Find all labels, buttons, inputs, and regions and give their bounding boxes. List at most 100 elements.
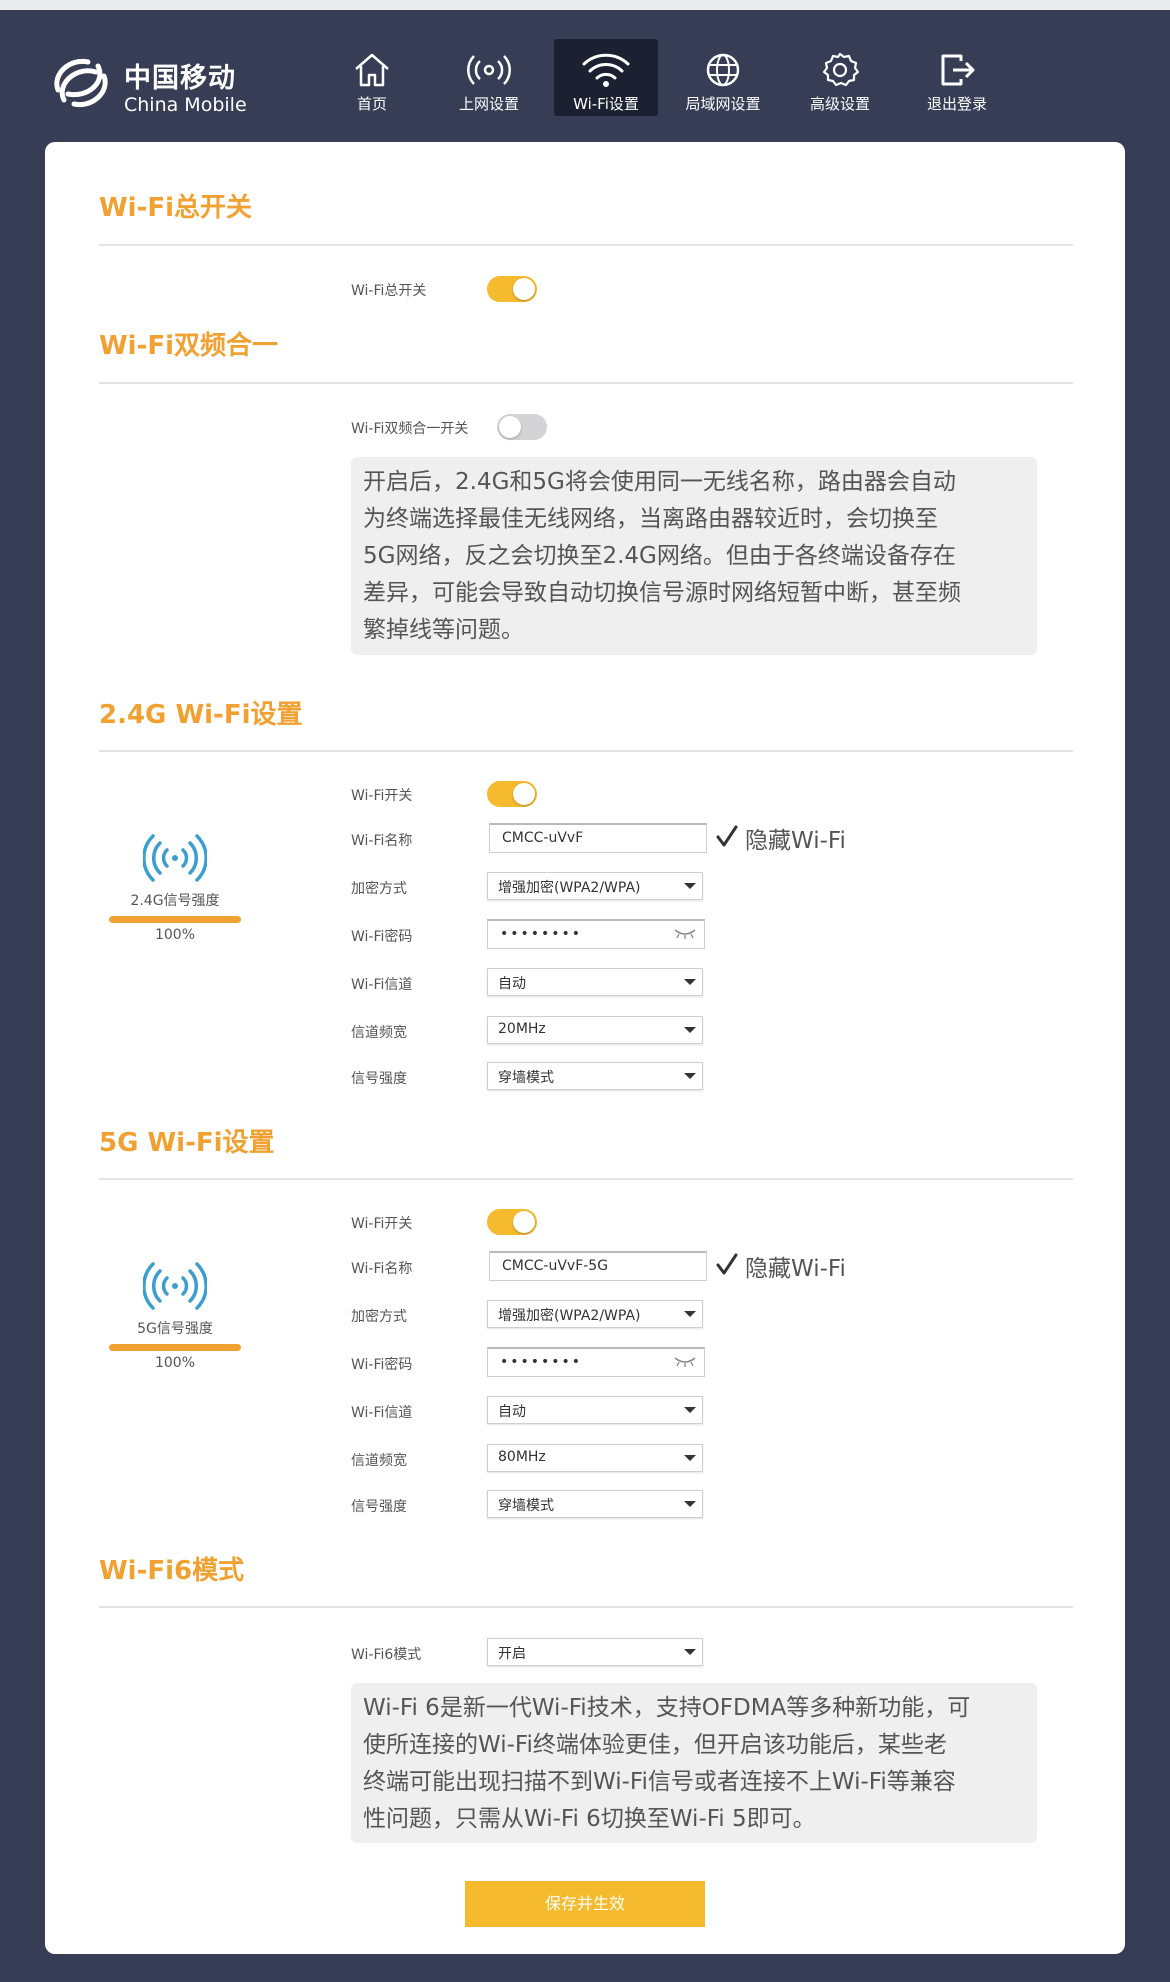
label-channel: Wi-Fi信道 — [351, 1405, 413, 1421]
china-mobile-logo-icon — [54, 58, 108, 108]
dual-band-info-line: 繁掉线等问题。 — [363, 617, 524, 643]
signal-5g: 5G信号强度 100% — [105, 1260, 245, 1371]
nav-advanced-settings[interactable]: 高级设置 — [788, 39, 892, 116]
nav-logout[interactable]: 退出登录 — [905, 39, 1009, 116]
signal-5g-percent: 100% — [154, 1355, 196, 1371]
hide-wifi-24g-label: 隐藏Wi-Fi — [745, 828, 846, 854]
section-title-dual-band: Wi-Fi双频合一 — [99, 331, 279, 361]
chevron-down-icon — [684, 1455, 696, 1461]
wifi6-info-line: Wi-Fi 6是新一代Wi-Fi技术，支持OFDMA等多种新功能，可 — [363, 1695, 971, 1721]
chevron-down-icon — [684, 1407, 696, 1413]
wifi6-info: Wi-Fi 6是新一代Wi-Fi技术，支持OFDMA等多种新功能，可 使所连接的… — [351, 1683, 1037, 1843]
globe-icon — [706, 53, 740, 87]
dual-band-switch-label: Wi-Fi双频合一开关 — [351, 421, 469, 437]
password-24g-input[interactable]: •••••••• — [487, 919, 705, 949]
nav-lan-label: 局域网设置 — [685, 95, 761, 113]
broadcast-icon — [467, 55, 511, 85]
label-wifi-switch: Wi-Fi开关 — [351, 1216, 413, 1232]
nav-internet-label: 上网设置 — [458, 95, 519, 113]
label-strength: 信号强度 — [351, 1499, 407, 1515]
signal-24g-percent: 100% — [154, 927, 196, 943]
label-bandwidth: 信道频宽 — [351, 1025, 407, 1041]
dual-band-info-line: 为终端选择最佳无线网络，当离路由器较近时，会切换至 — [363, 506, 938, 532]
nav-advanced-label: 高级设置 — [809, 95, 870, 113]
settings-card: Wi-Fi总开关 Wi-Fi总开关 Wi-Fi双频合一 Wi-Fi双频合一开关 … — [45, 142, 1125, 1954]
channel-24g-select[interactable]: 自动 — [487, 968, 703, 996]
browser-top-strip — [0, 0, 1170, 10]
label-password: Wi-Fi密码 — [351, 929, 413, 945]
nav-home-label: 首页 — [356, 95, 387, 113]
toggle-knob — [513, 1211, 535, 1233]
chevron-down-icon — [684, 1501, 696, 1507]
encryption-5g-select[interactable]: 增强加密(WPA2/WPA) — [487, 1300, 703, 1328]
nav-internet-settings[interactable]: 上网设置 — [437, 39, 541, 116]
bandwidth-24g-select[interactable]: 20MHz — [487, 1016, 703, 1044]
label-wifi-switch: Wi-Fi开关 — [351, 788, 413, 804]
divider — [99, 750, 1073, 752]
dual-band-info-line: 5G网络，反之会切换至2.4G网络。但由于各终端设备存在 — [363, 543, 956, 569]
dual-band-info: 开启后，2.4G和5G将会使用同一无线名称，路由器会自动 为终端选择最佳无线网络… — [351, 457, 1037, 655]
nav-home[interactable]: 首页 — [320, 39, 424, 116]
nav-lan-settings[interactable]: 局域网设置 — [671, 39, 775, 116]
save-and-apply-button[interactable]: 保存并生效 — [465, 1881, 705, 1927]
wifi-24g-toggle[interactable] — [487, 781, 537, 807]
eye-closed-icon[interactable] — [674, 1356, 696, 1368]
signal-5g-label: 5G信号强度 — [137, 1321, 213, 1337]
chevron-down-icon — [684, 1027, 696, 1033]
nav-wifi-label: Wi-Fi设置 — [573, 95, 639, 113]
home-icon — [355, 53, 389, 87]
gear-icon — [822, 52, 860, 87]
strength-5g-select[interactable]: 穿墙模式 — [487, 1490, 703, 1518]
ssid-24g-input[interactable]: CMCC-uVvF — [489, 823, 707, 853]
label-ssid: Wi-Fi名称 — [351, 833, 413, 849]
label-encryption: 加密方式 — [351, 881, 407, 897]
checkmark-icon — [716, 825, 738, 847]
channel-5g-value: 自动 — [498, 1404, 526, 1420]
brand-logo: 中国移动 China Mobile — [48, 50, 268, 122]
bandwidth-5g-select[interactable]: 80MHz — [487, 1444, 703, 1472]
wifi6-info-line: 终端可能出现扫描不到Wi-Fi信号或者连接不上Wi-Fi等兼容 — [363, 1769, 956, 1795]
master-switch-label: Wi-Fi总开关 — [351, 283, 427, 299]
label-password: Wi-Fi密码 — [351, 1357, 413, 1373]
encryption-5g-value: 增强加密(WPA2/WPA) — [498, 1308, 641, 1324]
wifi-icon — [582, 53, 630, 87]
strength-24g-select[interactable]: 穿墙模式 — [487, 1062, 703, 1090]
dual-band-toggle[interactable] — [497, 414, 547, 440]
encryption-24g-value: 增强加密(WPA2/WPA) — [498, 880, 641, 896]
section-title-master: Wi-Fi总开关 — [99, 193, 253, 223]
eye-closed-icon[interactable] — [674, 928, 696, 940]
label-ssid: Wi-Fi名称 — [351, 1261, 413, 1277]
bandwidth-5g-value: 80MHz — [498, 1449, 546, 1465]
channel-5g-select[interactable]: 自动 — [487, 1396, 703, 1424]
logout-icon — [941, 54, 975, 86]
chevron-down-icon — [684, 883, 696, 889]
divider — [99, 1606, 1073, 1608]
wifi-5g-toggle[interactable] — [487, 1209, 537, 1235]
divider — [99, 244, 1073, 246]
ssid-5g-input[interactable]: CMCC-uVvF-5G — [489, 1251, 707, 1281]
signal-24g-bar — [109, 916, 241, 923]
wifi6-mode-select[interactable]: 开启 — [487, 1638, 703, 1666]
label-encryption: 加密方式 — [351, 1309, 407, 1325]
toggle-knob — [499, 416, 521, 438]
master-wifi-toggle[interactable] — [487, 276, 537, 302]
bandwidth-24g-value: 20MHz — [498, 1021, 546, 1037]
signal-strength-icon — [143, 834, 207, 882]
wifi6-mode-value: 开启 — [498, 1646, 526, 1662]
divider — [99, 1178, 1073, 1180]
signal-24g-label: 2.4G信号强度 — [130, 893, 220, 909]
channel-24g-value: 自动 — [498, 976, 526, 992]
hide-wifi-24g-checkbox[interactable]: 隐藏Wi-Fi — [715, 821, 875, 854]
nav-wifi-settings[interactable]: Wi-Fi设置 — [554, 39, 658, 116]
wifi6-info-line: 使所连接的Wi-Fi终端体验更佳，但开启该功能后，某些老 — [363, 1732, 947, 1758]
toggle-knob — [513, 278, 535, 300]
hide-wifi-5g-checkbox[interactable]: 隐藏Wi-Fi — [715, 1249, 875, 1282]
signal-5g-bar — [109, 1344, 241, 1351]
hide-wifi-5g-label: 隐藏Wi-Fi — [745, 1256, 846, 1282]
password-5g-input[interactable]: •••••••• — [487, 1347, 705, 1377]
label-channel: Wi-Fi信道 — [351, 977, 413, 993]
encryption-24g-select[interactable]: 增强加密(WPA2/WPA) — [487, 872, 703, 900]
chevron-down-icon — [684, 1073, 696, 1079]
chevron-down-icon — [684, 979, 696, 985]
label-wifi6-mode: Wi-Fi6模式 — [351, 1647, 422, 1663]
